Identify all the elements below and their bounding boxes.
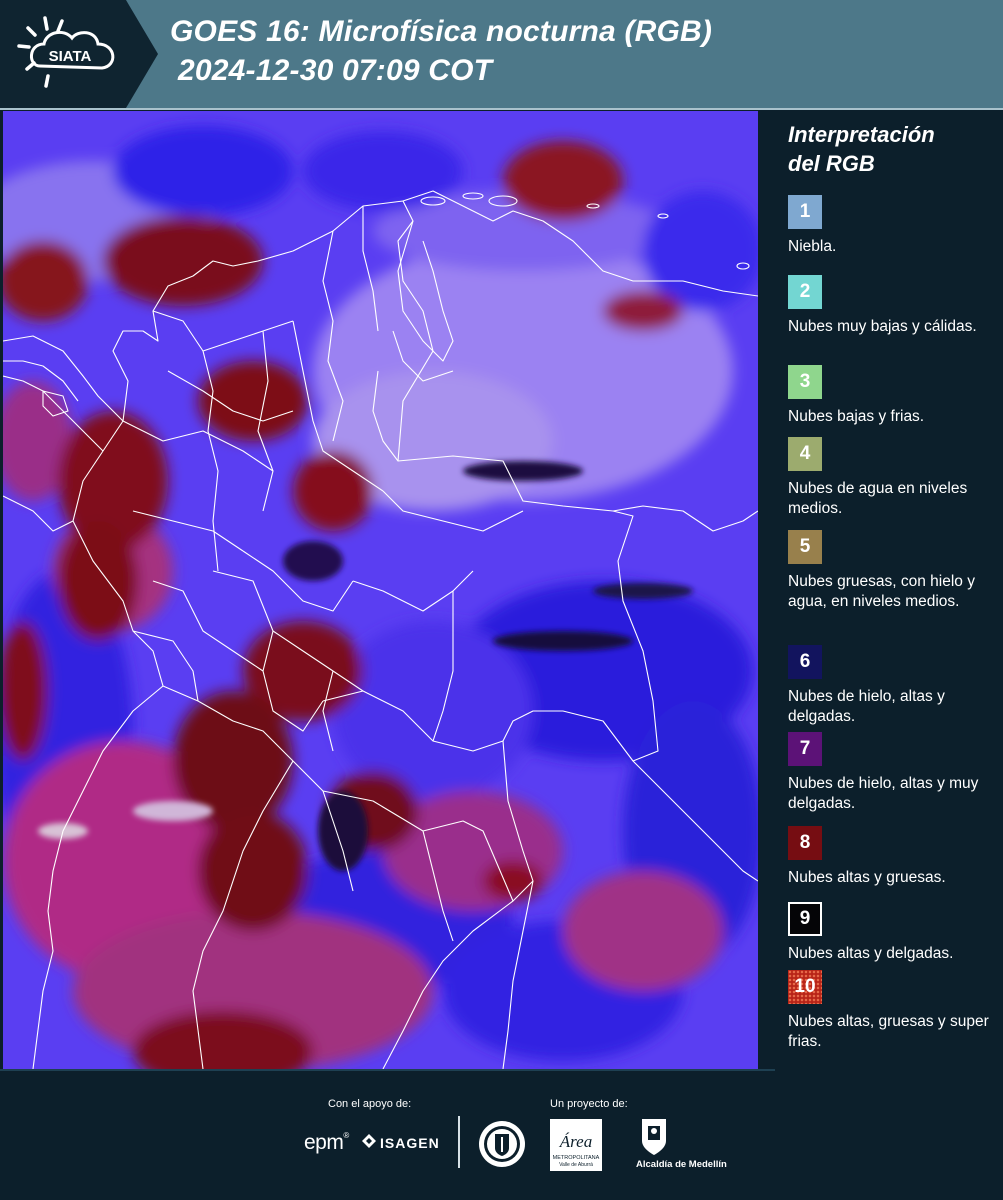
header-bar: SIATA GOES 16: Microfísica nocturna (RGB… [0,0,1003,108]
legend-label: Nubes bajas y frias. [788,408,925,425]
area-logo-text: Área [559,1132,592,1151]
legend-swatch: 1 [788,195,822,229]
legend-label: Nubes de hielo, altas y delgadas. [788,688,945,725]
satellite-map[interactable] [3,111,758,1069]
page-title: GOES 16: Microfísica nocturna (RGB) [170,15,713,48]
legend-swatch: 5 [788,530,822,564]
legend-swatch: 8 [788,826,822,860]
header-divider [0,108,1003,110]
legend-swatch: 6 [788,645,822,679]
legend-label: Nubes altas y delgadas. [788,945,954,962]
area-logo-sub1: METROPOLITANA [553,1155,600,1161]
alcaldia-shield-icon[interactable] [638,1117,670,1162]
legend-label: Nubes de agua en niveles medios. [788,480,968,517]
alcaldia-text: Alcaldía de Medellín [636,1159,727,1170]
isagen-mark-icon [362,1134,376,1151]
isagen-logo[interactable]: ISAGEN [362,1134,440,1151]
legend-title: Interpretación del RGB [788,120,993,178]
epm-logo[interactable]: epm® [304,1131,349,1155]
area-metropolitana-logo[interactable]: Área METROPOLITANA Valle de Aburrá [550,1119,602,1176]
legend-label: Niebla. [788,238,837,255]
legend-swatch: 4 [788,437,822,471]
page-timestamp: 2024-12-30 07:09 COT [178,54,493,87]
legend-swatch: 10 [788,970,822,1004]
legend-label: Nubes muy bajas y cálidas. [788,318,977,335]
epm-logo-text: epm [304,1131,344,1154]
legend-title-line1: Interpretación [788,122,935,147]
legend-label: Nubes altas y gruesas. [788,869,946,886]
legend-title-line2: del RGB [788,151,875,176]
legend-swatch: 3 [788,365,822,399]
footer: Con el apoyo de: Un proyecto de: epm® IS… [0,1071,1003,1200]
legend-label: Nubes altas, gruesas y super frias. [788,1013,989,1050]
siata-logo[interactable]: SIATA [0,0,160,108]
legend-label: Nubes gruesas, con hielo y agua, en nive… [788,573,975,610]
project-label: Un proyecto de: [550,1098,628,1110]
university-seal-logo[interactable] [478,1120,526,1173]
legend-swatch: 7 [788,732,822,766]
map-right-margin [758,111,774,1071]
area-logo-sub2: Valle de Aburrá [559,1162,593,1168]
legend-panel: Interpretación del RGB [788,120,993,178]
siata-logo-text: SIATA [49,48,92,65]
legend-swatch: 9 [788,902,822,936]
legend-swatch: 2 [788,275,822,309]
legend-label: Nubes de hielo, altas y muy delgadas. [788,775,979,812]
footer-divider [458,1116,460,1168]
support-label: Con el apoyo de: [328,1098,412,1110]
isagen-logo-text: ISAGEN [380,1135,440,1151]
